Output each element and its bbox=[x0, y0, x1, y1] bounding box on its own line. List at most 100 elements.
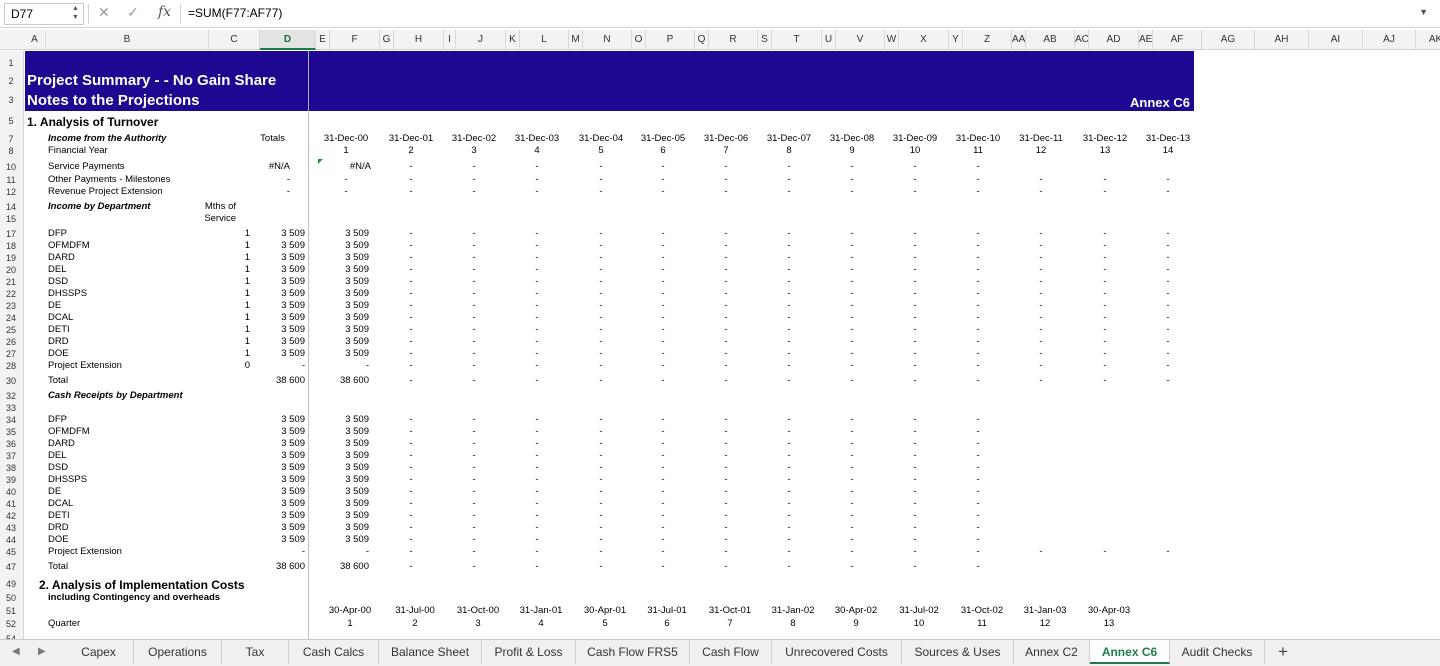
column-header-m[interactable]: M bbox=[569, 30, 583, 50]
column-header-n[interactable]: N bbox=[583, 30, 632, 50]
column-header-o[interactable]: O bbox=[632, 30, 646, 50]
row-header-34[interactable]: 34 bbox=[0, 415, 22, 425]
column-header-x[interactable]: X bbox=[899, 30, 949, 50]
column-header-ac[interactable]: AC bbox=[1075, 30, 1089, 50]
column-header-aj[interactable]: AJ bbox=[1363, 30, 1416, 50]
column-header-w[interactable]: W bbox=[885, 30, 899, 50]
check-icon[interactable]: ✓ bbox=[127, 4, 139, 21]
cancel-icon[interactable]: ✕ bbox=[98, 4, 110, 21]
row-header-36[interactable]: 36 bbox=[0, 439, 22, 449]
function-icon[interactable]: fx bbox=[158, 4, 171, 20]
row-header-11[interactable]: 11 bbox=[0, 175, 22, 185]
sheet-tab[interactable]: Profit & Loss bbox=[482, 640, 576, 664]
row-header-52[interactable]: 52 bbox=[0, 619, 22, 629]
sheet-tab[interactable]: Tax bbox=[222, 640, 289, 664]
expand-formula-bar-icon[interactable]: ▼ bbox=[1419, 7, 1428, 17]
next-sheet-icon[interactable]: ▶ bbox=[38, 646, 46, 657]
row-header-28[interactable]: 28 bbox=[0, 361, 22, 371]
row-header-40[interactable]: 40 bbox=[0, 487, 22, 497]
row-header-47[interactable]: 47 bbox=[0, 562, 22, 572]
row-header-38[interactable]: 38 bbox=[0, 463, 22, 473]
prev-sheet-icon[interactable]: ◀ bbox=[12, 646, 20, 657]
column-header-e[interactable]: E bbox=[316, 30, 330, 50]
sheet-tab[interactable]: Cash Flow FRS5 bbox=[576, 640, 690, 664]
formula-input[interactable]: =SUM(F77:AF77) bbox=[188, 6, 282, 20]
sheet-tab[interactable]: Balance Sheet bbox=[379, 640, 482, 664]
row-header-26[interactable]: 26 bbox=[0, 337, 22, 347]
row-header-43[interactable]: 43 bbox=[0, 523, 22, 533]
row-header-20[interactable]: 20 bbox=[0, 265, 22, 275]
row-header-3[interactable]: 3 bbox=[0, 95, 22, 105]
row-header-7[interactable]: 7 bbox=[0, 134, 22, 144]
column-header-v[interactable]: V bbox=[836, 30, 885, 50]
column-header-h[interactable]: H bbox=[394, 30, 444, 50]
column-header-a[interactable]: A bbox=[24, 30, 46, 50]
column-header-u[interactable]: U bbox=[822, 30, 836, 50]
row-header-25[interactable]: 25 bbox=[0, 325, 22, 335]
name-box-stepper-icon[interactable]: ▲ ▼ bbox=[72, 4, 79, 22]
row-header-12[interactable]: 12 bbox=[0, 187, 22, 197]
row-header-17[interactable]: 17 bbox=[0, 229, 22, 239]
column-header-t[interactable]: T bbox=[772, 30, 822, 50]
column-header-l[interactable]: L bbox=[520, 30, 569, 50]
sheet-tab[interactable]: Annex C6 bbox=[1090, 640, 1170, 664]
sheet-tab[interactable]: Capex bbox=[64, 640, 134, 664]
row-header-33[interactable]: 33 bbox=[0, 403, 22, 413]
column-header-ae[interactable]: AE bbox=[1139, 30, 1153, 50]
column-header-j[interactable]: J bbox=[456, 30, 506, 50]
column-header-c[interactable]: C bbox=[209, 30, 260, 50]
sheet-tab[interactable]: Cash Calcs bbox=[289, 640, 379, 664]
row-header-49[interactable]: 49 bbox=[0, 579, 22, 589]
row-header-39[interactable]: 39 bbox=[0, 475, 22, 485]
row-header-32[interactable]: 32 bbox=[0, 391, 22, 401]
sheet-tab[interactable]: Audit Checks bbox=[1170, 640, 1265, 664]
column-header-i[interactable]: I bbox=[444, 30, 456, 50]
column-header-af[interactable]: AF bbox=[1153, 30, 1202, 50]
sheet-tab[interactable]: Unrecovered Costs bbox=[772, 640, 902, 664]
row-header-19[interactable]: 19 bbox=[0, 253, 22, 263]
row-header-5[interactable]: 5 bbox=[0, 116, 22, 126]
row-header-37[interactable]: 37 bbox=[0, 451, 22, 461]
row-header-27[interactable]: 27 bbox=[0, 349, 22, 359]
row-header-10[interactable]: 10 bbox=[0, 162, 22, 172]
sheet-tab[interactable]: Cash Flow bbox=[690, 640, 772, 664]
row-header-21[interactable]: 21 bbox=[0, 277, 22, 287]
add-sheet-icon[interactable]: + bbox=[1278, 642, 1288, 662]
row-header-42[interactable]: 42 bbox=[0, 511, 22, 521]
row-header-15[interactable]: 15 bbox=[0, 214, 22, 224]
column-header-ak[interactable]: AK bbox=[1416, 30, 1440, 50]
row-header-24[interactable]: 24 bbox=[0, 313, 22, 323]
column-header-f[interactable]: F bbox=[330, 30, 380, 50]
row-header-44[interactable]: 44 bbox=[0, 535, 22, 545]
sheet-tab[interactable]: Annex C2 bbox=[1014, 640, 1090, 664]
sheet-tab[interactable]: Sources & Uses bbox=[902, 640, 1014, 664]
column-header-y[interactable]: Y bbox=[949, 30, 963, 50]
row-header-50[interactable]: 50 bbox=[0, 593, 22, 603]
row-header-30[interactable]: 30 bbox=[0, 376, 22, 386]
row-header-14[interactable]: 14 bbox=[0, 202, 22, 212]
column-header-ai[interactable]: AI bbox=[1309, 30, 1363, 50]
column-header-b[interactable]: B bbox=[46, 30, 209, 50]
row-header-41[interactable]: 41 bbox=[0, 499, 22, 509]
column-header-ab[interactable]: AB bbox=[1026, 30, 1075, 50]
sheet-tab[interactable]: Operations bbox=[134, 640, 222, 664]
column-header-r[interactable]: R bbox=[709, 30, 758, 50]
row-header-1[interactable]: 1 bbox=[0, 58, 22, 68]
column-header-ad[interactable]: AD bbox=[1089, 30, 1139, 50]
row-header-35[interactable]: 35 bbox=[0, 427, 22, 437]
row-header-45[interactable]: 45 bbox=[0, 547, 22, 557]
column-header-q[interactable]: Q bbox=[695, 30, 709, 50]
row-header-8[interactable]: 8 bbox=[0, 146, 22, 156]
worksheet-grid[interactable]: Project Summary - - No Gain Share Notes … bbox=[25, 51, 1440, 639]
row-header-2[interactable]: 2 bbox=[0, 76, 22, 86]
row-header-18[interactable]: 18 bbox=[0, 241, 22, 251]
column-header-d[interactable]: D bbox=[260, 30, 316, 50]
column-header-aa[interactable]: AA bbox=[1012, 30, 1026, 50]
column-header-ah[interactable]: AH bbox=[1255, 30, 1309, 50]
column-header-ag[interactable]: AG bbox=[1202, 30, 1255, 50]
column-header-k[interactable]: K bbox=[506, 30, 520, 50]
column-header-z[interactable]: Z bbox=[963, 30, 1012, 50]
column-header-g[interactable]: G bbox=[380, 30, 394, 50]
row-header-22[interactable]: 22 bbox=[0, 289, 22, 299]
column-header-p[interactable]: P bbox=[646, 30, 695, 50]
